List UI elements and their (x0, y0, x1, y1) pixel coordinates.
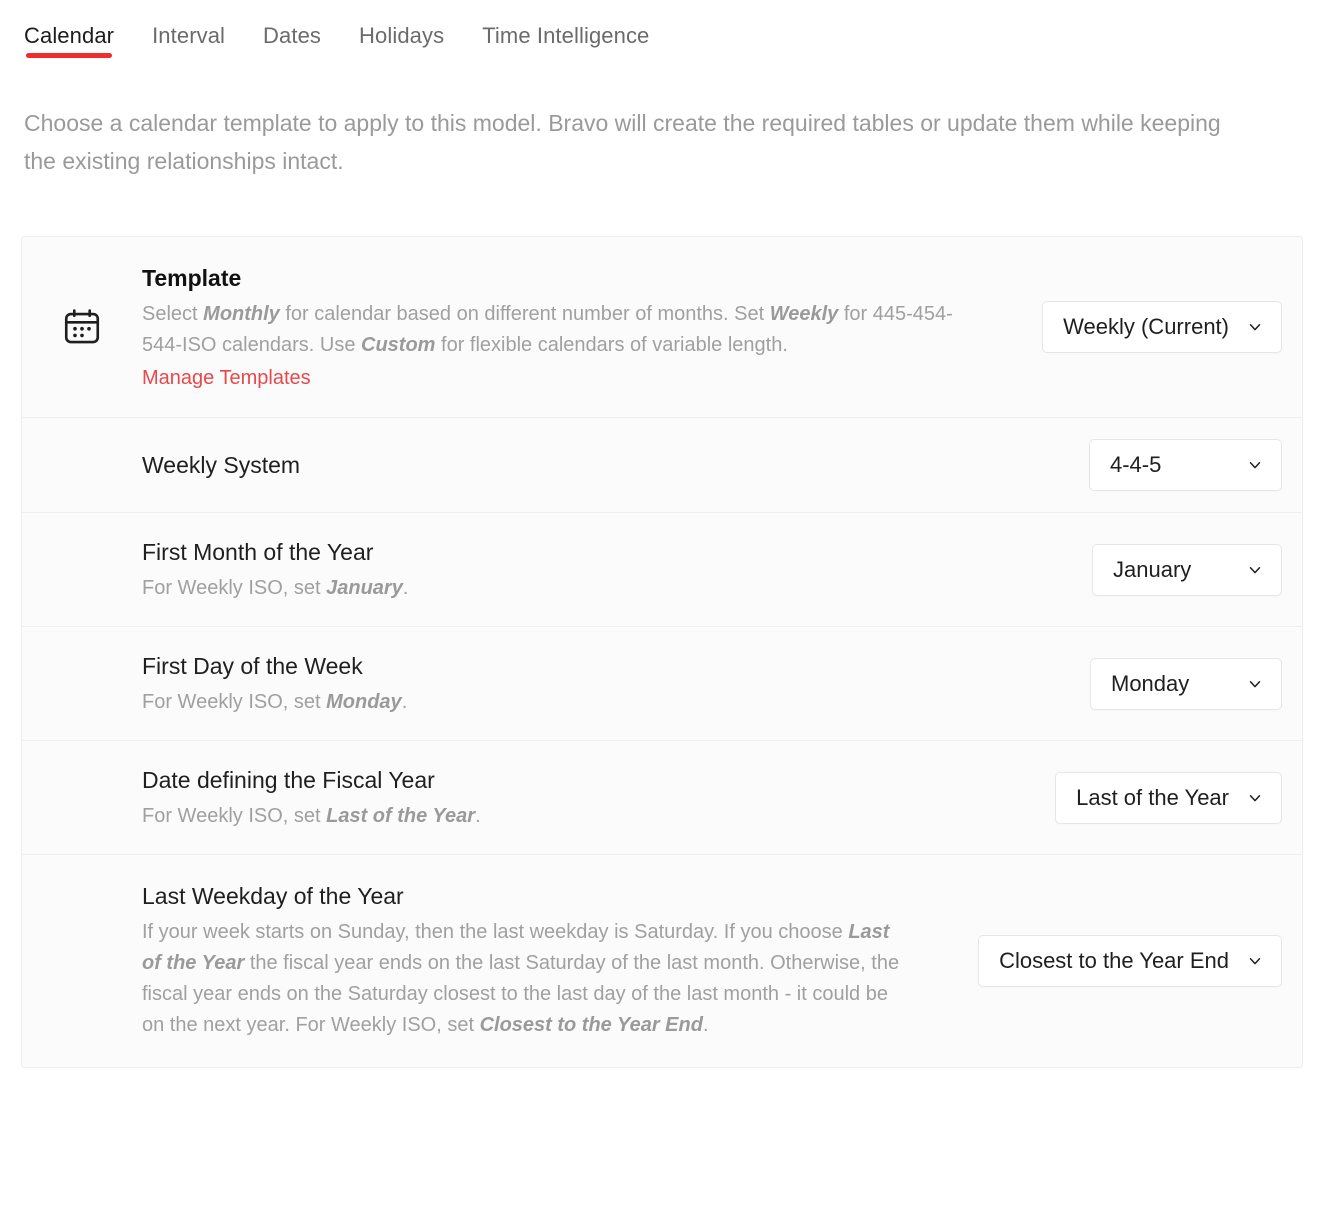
desc-emphasis: January (326, 577, 403, 599)
setting-row-weekly-system: Weekly System 4-4-5 (22, 418, 1302, 513)
tab-time-intelligence[interactable]: Time Intelligence (482, 22, 649, 64)
desc-seg: If your week starts on Sunday, then the … (142, 921, 849, 943)
setting-title-first-month: First Month of the Year (142, 539, 374, 565)
setting-desc-first-day: For Weekly ISO, set Monday. (142, 687, 972, 718)
setting-title-weekly-system: Weekly System (142, 452, 301, 478)
desc-emphasis: Monday (326, 691, 402, 713)
setting-title-fiscal-year-date: Date defining the Fiscal Year (142, 767, 435, 793)
weekly-system-dropdown-value: 4-4-5 (1110, 452, 1162, 477)
fiscal-year-date-dropdown[interactable]: Last of the Year (1055, 771, 1282, 824)
setting-body-last-weekday: Last Weekday of the Year If your week st… (142, 855, 964, 1067)
first-month-dropdown[interactable]: January (1092, 543, 1282, 596)
weekly-system-dropdown[interactable]: 4-4-5 (1089, 439, 1282, 491)
setting-body-first-day: First Day of the Week For Weekly ISO, se… (142, 627, 1076, 740)
desc-seg: for flexible calendars of variable lengt… (435, 334, 788, 356)
setting-control-first-day: Monday (1076, 657, 1282, 710)
desc-emphasis: Monthly (203, 303, 280, 325)
setting-desc-fiscal-year-date: For Weekly ISO, set Last of the Year. (142, 801, 972, 832)
desc-seg: Select (142, 303, 204, 325)
tab-dates-label: Dates (263, 23, 322, 48)
tab-calendar-label: Calendar (24, 23, 115, 48)
setting-row-first-day: First Day of the Week For Weekly ISO, se… (22, 627, 1302, 741)
desc-emphasis: Weekly (769, 303, 839, 325)
template-dropdown-value: Weekly (Current) (1063, 314, 1229, 339)
setting-control-weekly-system: 4-4-5 (1075, 439, 1282, 491)
tab-interval-label: Interval (152, 23, 226, 48)
chevron-down-icon (1245, 951, 1265, 971)
desc-seg: . (702, 1014, 709, 1036)
setting-body-weekly-system: Weekly System (142, 418, 1075, 512)
desc-seg: For Weekly ISO, set (142, 691, 327, 713)
settings-page: Calendar Interval Dates Holidays Time In… (0, 0, 1326, 1207)
setting-control-first-month: January (1078, 543, 1282, 596)
setting-body-template: Template Select Monthly for calendar bas… (142, 237, 1028, 417)
setting-title-last-weekday: Last Weekday of the Year (142, 883, 404, 909)
setting-desc-last-weekday: If your week starts on Sunday, then the … (142, 917, 902, 1041)
chevron-down-icon (1245, 788, 1265, 808)
tab-bar: Calendar Interval Dates Holidays Time In… (0, 0, 1326, 64)
desc-seg: . (402, 577, 409, 599)
calendar-settings-card: Template Select Monthly for calendar bas… (21, 236, 1303, 1068)
setting-desc-first-month: For Weekly ISO, set January. (142, 573, 972, 604)
chevron-down-icon (1245, 317, 1265, 337)
tab-holidays-label: Holidays (359, 23, 445, 48)
setting-body-first-month: First Month of the Year For Weekly ISO, … (142, 513, 1078, 626)
desc-seg: For Weekly ISO, set (142, 805, 327, 827)
tab-holidays[interactable]: Holidays (359, 22, 444, 64)
first-day-dropdown-value: Monday (1111, 670, 1190, 696)
calendar-icon (22, 306, 142, 348)
setting-row-last-weekday: Last Weekday of the Year If your week st… (22, 855, 1302, 1067)
desc-seg: . (475, 805, 481, 827)
chevron-down-icon (1245, 674, 1265, 694)
fiscal-year-date-dropdown-value: Last of the Year (1076, 784, 1229, 810)
desc-seg: . (401, 691, 408, 713)
chevron-down-icon (1245, 455, 1265, 475)
tab-time-intelligence-label: Time Intelligence (482, 23, 650, 48)
tab-interval[interactable]: Interval (152, 22, 225, 64)
setting-title-first-day: First Day of the Week (142, 653, 363, 679)
desc-emphasis: Last of the Year (326, 805, 476, 827)
tab-calendar[interactable]: Calendar (24, 22, 114, 64)
first-month-dropdown-value: January (1113, 556, 1192, 582)
desc-emphasis: Custom (361, 334, 436, 356)
desc-seg: For Weekly ISO, set (142, 577, 327, 599)
setting-desc-template: Select Monthly for calendar based on dif… (142, 299, 972, 361)
setting-row-fiscal-year-date: Date defining the Fiscal Year For Weekly… (22, 741, 1302, 855)
setting-control-template: Weekly (Current) (1028, 301, 1282, 353)
first-day-dropdown[interactable]: Monday (1090, 657, 1282, 710)
page-description: Choose a calendar template to apply to t… (24, 110, 1221, 174)
tab-dates[interactable]: Dates (263, 22, 321, 64)
desc-seg: for calendar based on different number o… (279, 303, 770, 325)
setting-row-template: Template Select Monthly for calendar bas… (22, 237, 1302, 418)
setting-body-fiscal-year-date: Date defining the Fiscal Year For Weekly… (142, 741, 1041, 854)
template-dropdown[interactable]: Weekly (Current) (1042, 301, 1282, 353)
setting-control-fiscal-year-date: Last of the Year (1041, 771, 1282, 824)
setting-row-first-month: First Month of the Year For Weekly ISO, … (22, 513, 1302, 627)
manage-templates-link[interactable]: Manage Templates (142, 363, 311, 393)
desc-emphasis: Closest to the Year End (479, 1014, 703, 1036)
last-weekday-dropdown-value: Closest to the Year End (999, 948, 1229, 973)
setting-control-last-weekday: Closest to the Year End (964, 935, 1282, 987)
chevron-down-icon (1245, 560, 1265, 580)
last-weekday-dropdown[interactable]: Closest to the Year End (978, 935, 1282, 987)
setting-title-template: Template (142, 265, 242, 291)
